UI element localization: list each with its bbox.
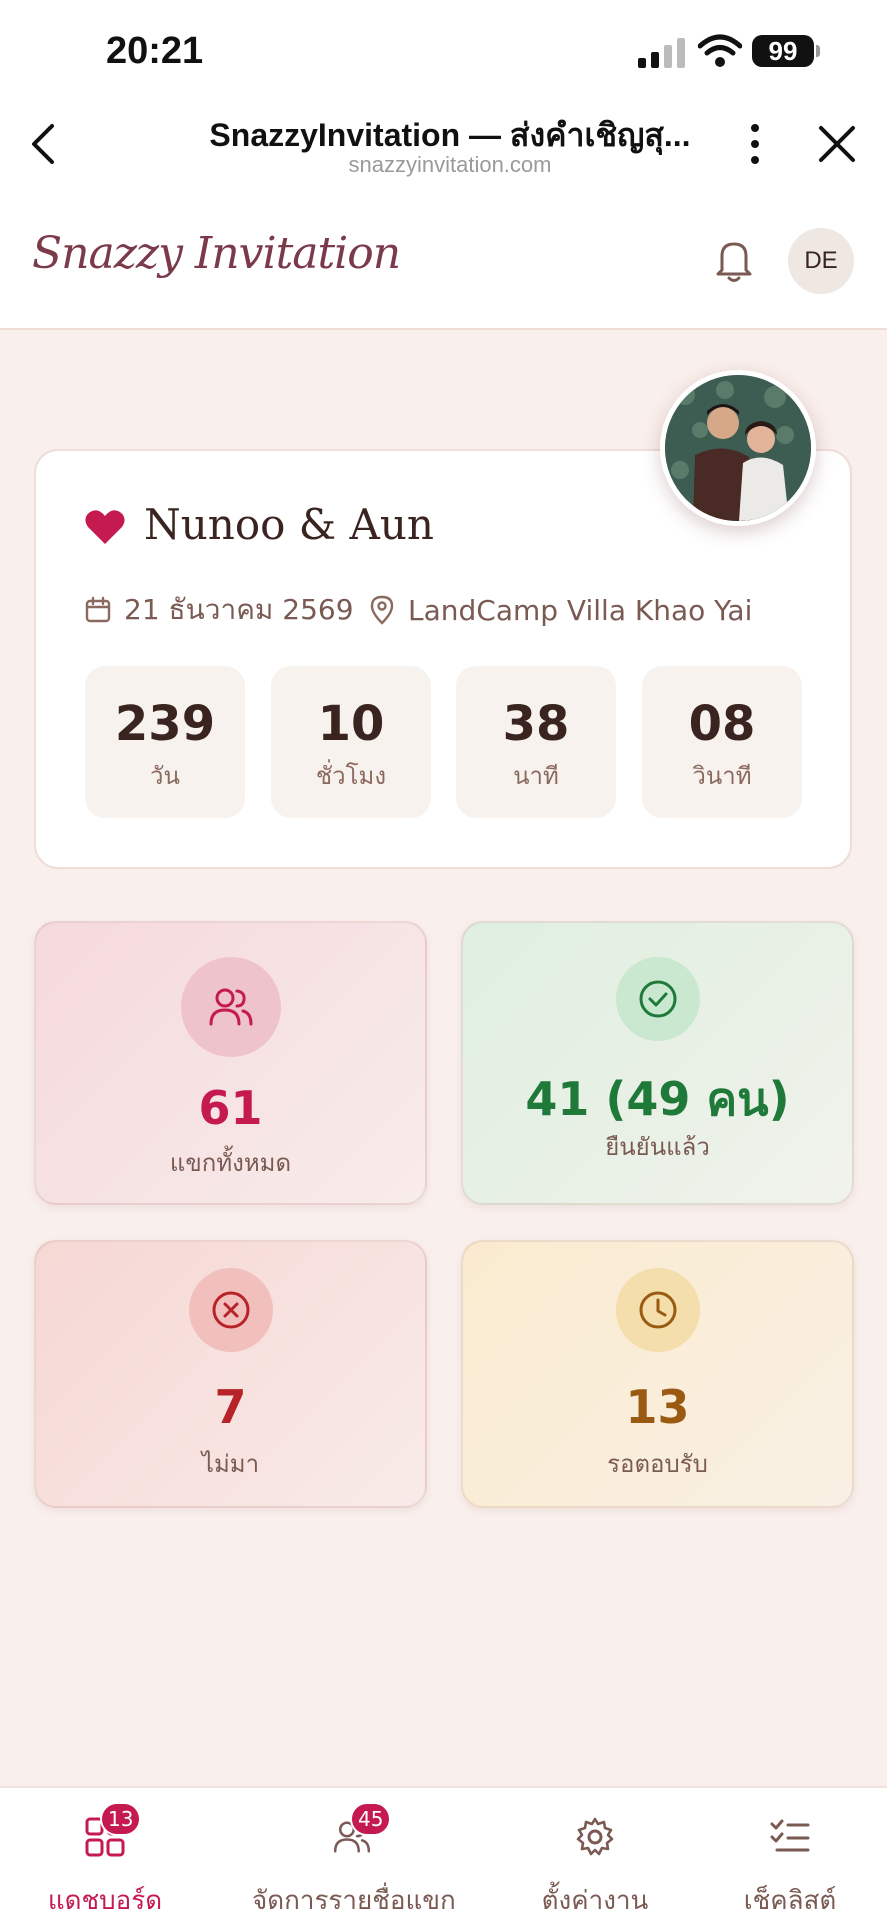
stat-declined[interactable]: 7 ไม่มา <box>34 1240 427 1508</box>
nav-checklist[interactable]: เช็คลิสต์ <box>730 1788 850 1920</box>
stat-pending-value: 13 <box>625 1380 690 1434</box>
browser-bar: SnazzyInvitation — ส่งคำเชิญสุ... snazzy… <box>0 100 887 200</box>
stat-pending-label: รอตอบรับ <box>607 1450 708 1478</box>
status-time: 20:21 <box>106 30 204 72</box>
stat-total-label: แขกทั้งหมด <box>169 1149 292 1177</box>
event-location-row: LandCamp Villa Khao Yai <box>368 590 752 630</box>
nav-guest-list-label: จัดการรายชื่อแขก <box>252 1886 456 1916</box>
countdown-minutes: 38 นาที <box>456 666 616 818</box>
close-icon[interactable] <box>815 122 859 166</box>
logo[interactable]: Snazzy Invitation <box>32 228 401 279</box>
stat-pending-icon-wrap <box>615 1268 700 1352</box>
nav-dashboard-label: แดชบอร์ด <box>47 1886 163 1916</box>
more-options-icon[interactable] <box>740 122 770 166</box>
check-circle-icon <box>639 980 676 1018</box>
stat-confirmed-value: 41 (49 คน) <box>525 1072 790 1126</box>
app-header: Snazzy Invitation DE <box>0 200 887 330</box>
users-icon <box>209 988 252 1026</box>
wifi-icon <box>698 34 742 67</box>
status-bar: 20:21 99 <box>0 0 887 100</box>
countdown-days-unit: วัน <box>150 762 180 790</box>
battery-indicator: 99 <box>752 35 814 67</box>
nav-event-settings[interactable]: ตั้งค่างาน <box>520 1788 670 1920</box>
stat-confirmed-label: ยืนยันแล้ว <box>605 1133 710 1161</box>
stat-pending[interactable]: 13 รอตอบรับ <box>461 1240 854 1508</box>
countdown-seconds-unit: วินาที <box>692 762 752 790</box>
location-pin-icon <box>370 595 394 625</box>
nav-guest-list[interactable]: 45 จัดการรายชื่อแขก <box>252 1788 456 1920</box>
couple-photo <box>660 370 816 526</box>
nav-event-settings-label: ตั้งค่างาน <box>541 1886 649 1916</box>
stat-total-value: 61 <box>198 1081 263 1135</box>
stat-total-icon-wrap <box>180 957 281 1057</box>
battery-tip <box>816 45 820 57</box>
stat-confirmed[interactable]: 41 (49 คน) ยืนยันแล้ว <box>461 921 854 1205</box>
countdown-hours-value: 10 <box>317 696 385 752</box>
countdown-hours-unit: ชั่วโมง <box>315 762 387 790</box>
countdown-days: 239 วัน <box>85 666 245 818</box>
countdown-days-value: 239 <box>114 696 216 752</box>
countdown-minutes-value: 38 <box>502 696 570 752</box>
stat-declined-icon-wrap <box>188 1268 273 1352</box>
stat-declined-label: ไม่มา <box>201 1450 260 1478</box>
event-name: Nunoo & Aun <box>144 500 434 549</box>
couple-photo-image <box>665 375 811 521</box>
checklist-icon <box>770 1819 810 1852</box>
clock-icon <box>639 1291 676 1329</box>
signal-icon <box>638 38 685 68</box>
stat-confirmed-icon-wrap <box>615 957 700 1041</box>
calendar-icon <box>85 596 111 623</box>
event-location: LandCamp Villa Khao Yai <box>408 593 753 627</box>
nav-dashboard[interactable]: 13 แดชบอร์ด <box>30 1788 180 1920</box>
event-date-row: 21 ธันวาคม 2569 <box>84 590 354 630</box>
nav-guest-list-badge: 45 <box>350 1802 392 1836</box>
countdown-seconds-value: 08 <box>688 696 756 752</box>
event-date: 21 ธันวาคม 2569 <box>124 593 354 626</box>
browser-url: snazzyinvitation.com <box>348 152 552 177</box>
stat-total-guests[interactable]: 61 แขกทั้งหมด <box>34 921 427 1205</box>
gear-icon <box>576 1817 614 1856</box>
heart-icon <box>85 510 125 544</box>
nav-checklist-label: เช็คลิสต์ <box>743 1886 837 1916</box>
nav-dashboard-badge: 13 <box>100 1802 142 1836</box>
stat-declined-value: 7 <box>214 1380 247 1434</box>
bell-icon[interactable] <box>712 236 756 284</box>
back-arrow-icon[interactable] <box>22 118 66 168</box>
avatar[interactable]: DE <box>788 228 854 294</box>
bottom-nav: 13 แดชบอร์ด 45 จัดการรายชื่อแขก ตั้งค่าง… <box>0 1786 887 1920</box>
x-circle-icon <box>212 1291 249 1329</box>
countdown-minutes-unit: นาที <box>513 762 559 790</box>
countdown-hours: 10 ชั่วโมง <box>271 666 431 818</box>
countdown-seconds: 08 วินาที <box>642 666 802 818</box>
